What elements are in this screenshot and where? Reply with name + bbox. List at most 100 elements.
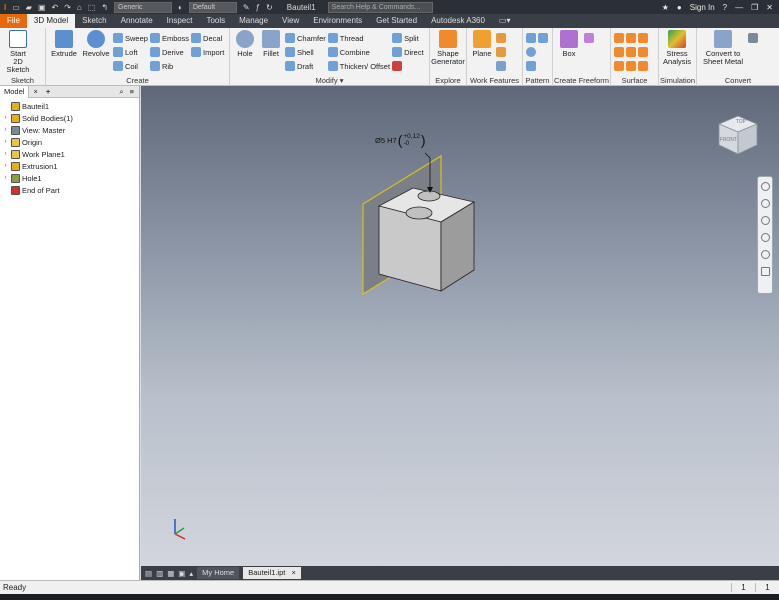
pan-icon[interactable]: [760, 199, 770, 208]
browser-node[interactable]: › Solid Bodies(1): [2, 112, 139, 124]
fillet-button[interactable]: Fillet: [259, 30, 283, 76]
hole-dimension-annotation[interactable]: Ø5 H7 ( +0,12 -0 ): [375, 133, 425, 147]
tab-bauteil1[interactable]: Bauteil1.ipt ×: [243, 567, 301, 579]
app-logo-icon[interactable]: I: [4, 3, 6, 12]
convert-options-button[interactable]: [748, 32, 758, 44]
thicken-offset-button[interactable]: Thicken/ Offset: [327, 60, 390, 72]
expand-chevron-icon[interactable]: ›: [2, 139, 9, 145]
open-icon[interactable]: ▰: [26, 3, 32, 12]
tab-tools[interactable]: Tools: [199, 14, 232, 28]
sign-in-link[interactable]: Sign In: [690, 3, 715, 12]
tab-file[interactable]: File: [0, 14, 27, 28]
tab-get-started[interactable]: Get Started: [369, 14, 424, 28]
measure-icon[interactable]: ƒ: [256, 3, 260, 12]
shell-button[interactable]: Shell: [285, 46, 326, 58]
tile-horizontal-icon[interactable]: ▤: [141, 569, 152, 578]
update-icon[interactable]: ↻: [266, 3, 273, 12]
save-icon[interactable]: ▣: [38, 3, 46, 12]
ucs-button[interactable]: [496, 60, 506, 72]
delete-face-button[interactable]: [392, 60, 424, 72]
combine-button[interactable]: Combine: [327, 46, 390, 58]
start-2d-sketch-button[interactable]: Start 2D Sketch: [3, 30, 33, 76]
expand-chevron-icon[interactable]: ›: [2, 151, 9, 157]
thread-button[interactable]: Thread: [327, 32, 390, 44]
decal-button[interactable]: Decal: [191, 32, 224, 44]
convert-to-sheet-metal-button[interactable]: Convert to Sheet Metal: [700, 30, 746, 76]
draft-button[interactable]: Draft: [285, 60, 326, 72]
browser-node[interactable]: › View: Master: [2, 124, 139, 136]
browser-search-icon[interactable]: ⌕: [119, 87, 123, 97]
help-icon[interactable]: ?: [723, 3, 727, 12]
shape-generator-button[interactable]: Shape Generator: [431, 30, 465, 76]
tabs-menu-icon[interactable]: ▴: [189, 569, 193, 578]
appearance-select[interactable]: Generic: [114, 1, 173, 13]
tab-environments[interactable]: Environments: [306, 14, 369, 28]
new-icon[interactable]: ▭: [12, 3, 20, 12]
expand-chevron-icon[interactable]: ›: [2, 175, 9, 181]
stitch-button[interactable]: [614, 32, 648, 44]
tab-view[interactable]: View: [275, 14, 306, 28]
browser-node[interactable]: Bauteil1: [2, 100, 139, 112]
browser-add-icon[interactable]: +: [42, 87, 54, 96]
tab-3d-model[interactable]: 3D Model: [26, 14, 76, 28]
tab-close-icon[interactable]: ×: [291, 568, 295, 577]
box-button[interactable]: Box: [556, 30, 582, 76]
plane-button[interactable]: Plane: [470, 30, 494, 76]
sweep-button[interactable]: Sweep: [113, 32, 148, 44]
search-input[interactable]: Search Help & Commands...: [327, 1, 433, 13]
tab-annotate[interactable]: Annotate: [114, 14, 160, 28]
derive-button[interactable]: Derive: [149, 46, 189, 58]
expand-chevron-icon[interactable]: ›: [2, 115, 9, 121]
replace-face-button[interactable]: [614, 60, 648, 72]
rectangular-pattern-button[interactable]: [526, 32, 548, 44]
look-at-icon[interactable]: [760, 250, 770, 259]
browser-node[interactable]: › Hole1: [2, 172, 139, 184]
steering-wheel-icon[interactable]: [760, 182, 770, 191]
coil-button[interactable]: Coil: [113, 60, 148, 72]
navbar-options-icon[interactable]: [760, 267, 770, 276]
browser-node[interactable]: › Work Plane1: [2, 148, 139, 160]
adjust-icon[interactable]: ✎: [243, 3, 250, 12]
tab-sketch[interactable]: Sketch: [75, 14, 113, 28]
split-button[interactable]: Split: [392, 32, 424, 44]
import-button[interactable]: Import: [191, 46, 224, 58]
orbit-icon[interactable]: [760, 233, 770, 242]
ribbon-options-icon[interactable]: ▭▾: [492, 14, 518, 28]
tab-autodesk-a360[interactable]: Autodesk A360: [424, 14, 492, 28]
select-icon[interactable]: ⬚: [88, 3, 96, 12]
return-icon[interactable]: ↰: [101, 3, 108, 12]
graphics-viewport[interactable]: Ø5 H7 ( +0,12 -0 ) TOP FRONT: [141, 86, 779, 566]
hole-button[interactable]: Hole: [233, 30, 257, 76]
cascade-icon[interactable]: ▦: [167, 569, 174, 578]
browser-menu-icon[interactable]: ≡: [130, 87, 134, 97]
expand-chevron-icon[interactable]: ›: [2, 127, 9, 133]
browser-node[interactable]: › Origin: [2, 136, 139, 148]
stress-analysis-button[interactable]: Stress Analysis: [662, 30, 692, 76]
restore-button[interactable]: ❐: [751, 3, 758, 12]
tile-vertical-icon[interactable]: ▥: [156, 569, 163, 578]
mirror-button[interactable]: [526, 60, 548, 72]
close-button[interactable]: ✕: [766, 3, 773, 12]
trim-button[interactable]: [614, 46, 648, 58]
tab-manage[interactable]: Manage: [232, 14, 275, 28]
freeform-plane-button[interactable]: [584, 32, 594, 44]
tab-inspect[interactable]: Inspect: [160, 14, 200, 28]
rib-button[interactable]: Rib: [149, 60, 189, 72]
user-icon[interactable]: ●: [677, 3, 682, 12]
direct-button[interactable]: Direct: [392, 46, 424, 58]
loft-button[interactable]: Loft: [113, 46, 148, 58]
home-icon[interactable]: ⌂: [77, 3, 82, 12]
browser-close-icon[interactable]: ×: [29, 87, 41, 96]
circular-pattern-button[interactable]: [526, 46, 548, 58]
axis-button[interactable]: [496, 32, 506, 44]
tab-my-home[interactable]: My Home: [197, 567, 240, 579]
material-select[interactable]: Default: [188, 1, 237, 13]
browser-node[interactable]: End of Part: [2, 184, 139, 196]
expand-chevron-icon[interactable]: ›: [2, 163, 9, 169]
minimize-button[interactable]: —: [735, 3, 743, 12]
tab-model[interactable]: Model: [0, 85, 30, 98]
arrange-icon[interactable]: ▣: [178, 569, 185, 578]
point-button[interactable]: [496, 46, 506, 58]
browser-node[interactable]: › Extrusion1: [2, 160, 139, 172]
star-icon[interactable]: ★: [662, 3, 669, 12]
